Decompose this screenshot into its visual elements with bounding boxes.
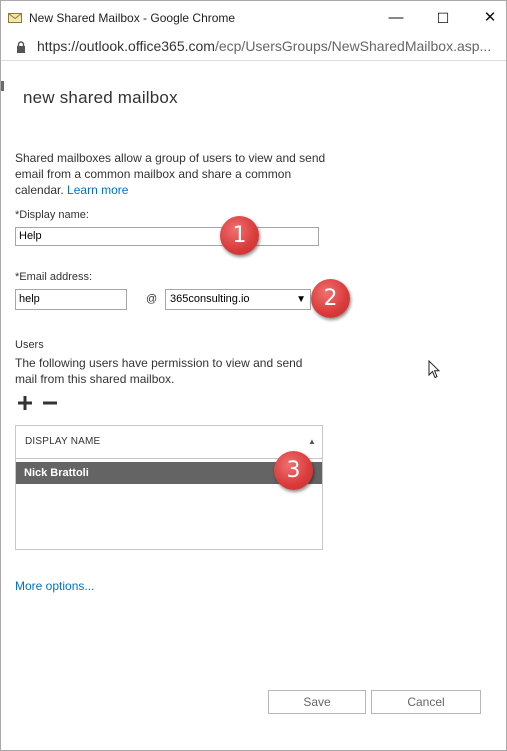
minimize-button[interactable]: — bbox=[382, 5, 410, 31]
users-table: DISPLAY NAME ▲ Nick Brattoli bbox=[15, 425, 323, 550]
learn-more-link[interactable]: Learn more bbox=[67, 183, 128, 197]
chevron-down-icon: ▼ bbox=[296, 294, 306, 305]
url-text[interactable]: https://outlook.office365.com/ecp/UsersG… bbox=[37, 38, 502, 54]
table-header[interactable]: DISPLAY NAME ▲ bbox=[16, 426, 322, 459]
annotation-badge-3: 3 bbox=[274, 451, 313, 490]
url-path: /ecp/UsersGroups/NewSharedMailbox.asp... bbox=[214, 38, 492, 54]
annotation-badge-2: 2 bbox=[311, 279, 350, 318]
users-label: Users bbox=[15, 339, 44, 351]
mouse-cursor-icon bbox=[428, 360, 440, 379]
url-host: https://outlook.office365.com bbox=[37, 38, 215, 54]
annotation-badge-1: 1 bbox=[220, 216, 259, 255]
page-title: new shared mailbox bbox=[23, 88, 178, 107]
email-address-label: *Email address: bbox=[15, 271, 93, 283]
mailbox-app-icon bbox=[8, 13, 22, 23]
display-name-input[interactable]: Help bbox=[15, 227, 319, 246]
email-alias-input[interactable]: help bbox=[15, 289, 127, 310]
save-button[interactable]: Save bbox=[268, 690, 366, 714]
cancel-button[interactable]: Cancel bbox=[371, 690, 481, 714]
domain-select[interactable]: 365consulting.io ▼ bbox=[165, 289, 311, 310]
user-display-name: Nick Brattoli bbox=[24, 467, 89, 479]
page-description: Shared mailboxes allow a group of users … bbox=[15, 150, 335, 198]
dialog-content: new shared mailbox Shared mailboxes allo… bbox=[1, 61, 506, 750]
window-title: New Shared Mailbox - Google Chrome bbox=[29, 11, 236, 25]
column-header-display-name[interactable]: DISPLAY NAME bbox=[25, 436, 100, 447]
close-button[interactable]: ✕ bbox=[476, 5, 504, 31]
maximize-button[interactable]: ☐ bbox=[429, 5, 457, 31]
title-bar: New Shared Mailbox - Google Chrome — ☐ ✕ bbox=[1, 1, 506, 34]
description-text: Shared mailboxes allow a group of users … bbox=[15, 151, 326, 197]
users-description: The following users have permission to v… bbox=[15, 356, 303, 386]
at-sign: @ bbox=[146, 293, 158, 305]
domain-select-value: 365consulting.io bbox=[170, 293, 250, 305]
minus-icon[interactable] bbox=[42, 394, 58, 412]
sort-up-icon: ▲ bbox=[308, 437, 316, 446]
lock-icon bbox=[17, 41, 25, 53]
more-options-link[interactable]: More options... bbox=[15, 579, 94, 593]
plus-icon[interactable] bbox=[17, 394, 33, 412]
browser-window: New Shared Mailbox - Google Chrome — ☐ ✕… bbox=[0, 0, 507, 751]
display-name-label: *Display name: bbox=[15, 209, 89, 221]
